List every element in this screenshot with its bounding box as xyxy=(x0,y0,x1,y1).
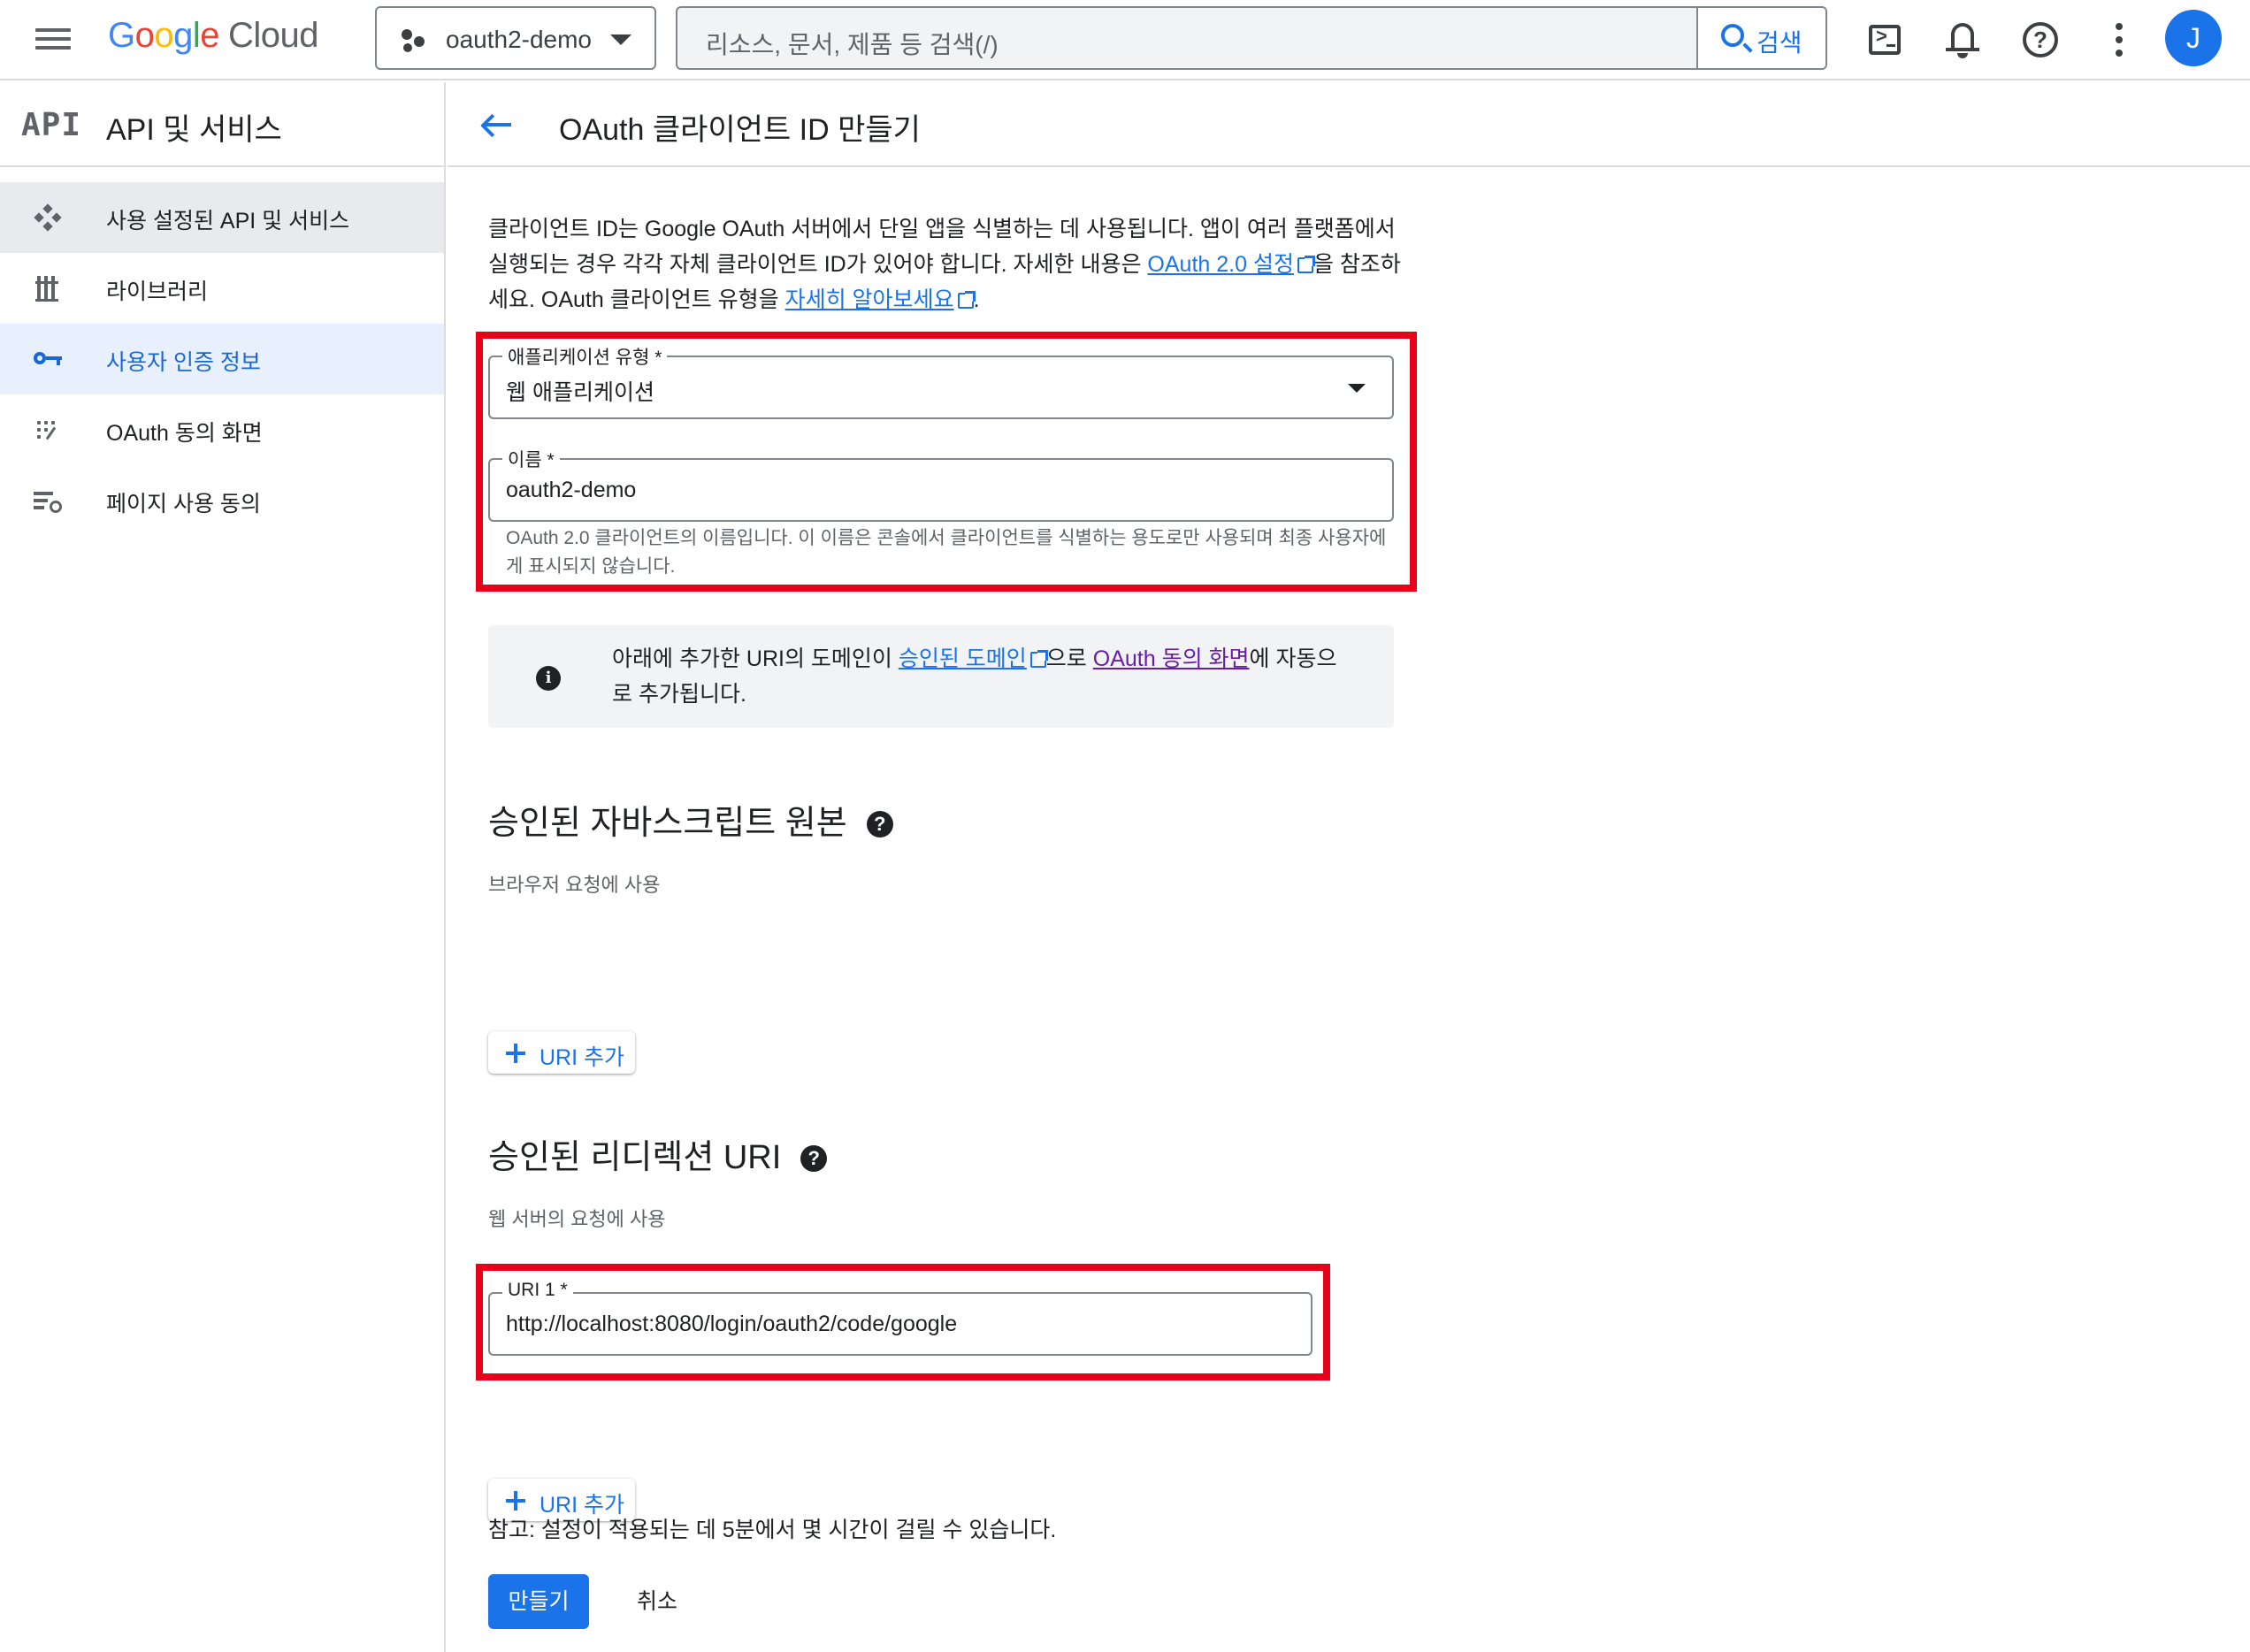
project-icon xyxy=(400,27,426,54)
redirect-uri-1-field[interactable]: URI 1 * http://localhost:8080/login/oaut… xyxy=(488,1280,1312,1356)
sidebar-item-label: 페이지 사용 동의 xyxy=(106,492,261,516)
search-button[interactable]: 검색 xyxy=(1696,8,1825,68)
sidebar-item-library[interactable]: 라이브러리 xyxy=(0,253,444,324)
main-menu-icon[interactable] xyxy=(34,23,73,57)
sidebar: API API 및 서비스 사용 설정된 API 및 서비스 라이브러리 사용자… xyxy=(0,82,446,1652)
info-text: 아래에 추가한 URI의 도메인이 승인된 도메인 으로 OAuth 동의 화면에… xyxy=(612,641,1355,712)
oauth-settings-link[interactable]: OAuth 2.0 설정 xyxy=(1147,252,1294,277)
sidebar-item-oauth-consent[interactable]: OAuth 동의 화면 xyxy=(0,394,444,465)
page-title: OAuth 클라이언트 ID 만들기 xyxy=(559,113,921,147)
sidebar-item-label: 라이브러리 xyxy=(106,279,209,304)
info-banner: i 아래에 추가한 URI의 도메인이 승인된 도메인 으로 OAuth 동의 화… xyxy=(488,625,1394,728)
search-button-label: 검색 xyxy=(1756,29,1802,57)
main-content: OAuth 클라이언트 ID 만들기 클라이언트 ID는 Google OAut… xyxy=(448,82,2250,1652)
page-usage-agreement-icon xyxy=(32,486,64,515)
enabled-apis-icon xyxy=(32,203,64,232)
add-js-origin-uri-button[interactable]: URI 추가 xyxy=(488,1031,635,1074)
sidebar-title: API 및 서비스 xyxy=(106,113,282,147)
search-input[interactable]: 리소스, 문서, 제품 등 검색(/) xyxy=(706,26,999,61)
settings-note: 참고: 설정이 적용되는 데 5분에서 몇 시간이 걸릴 수 있습니다. xyxy=(488,1518,1057,1542)
redirect-uri-1-label: URI 1 * xyxy=(502,1280,573,1301)
logo-cloud: Cloud xyxy=(228,16,319,55)
oauth-consent-screen-link[interactable]: OAuth 동의 화면 xyxy=(1093,646,1250,671)
name-helper-text: OAuth 2.0 클라이언트의 이름입니다. 이 이름은 콘솔에서 클라이언트… xyxy=(506,528,1387,577)
page-header: OAuth 클라이언트 ID 만들기 xyxy=(448,82,2250,167)
logo-google: Google xyxy=(108,16,220,55)
authorized-domains-link[interactable]: 승인된 도메인 xyxy=(899,646,1027,671)
api-logo: API xyxy=(21,107,82,143)
notifications-bell-icon[interactable] xyxy=(1939,16,1986,64)
info-text-part: 아래에 추가한 URI의 도메인이 xyxy=(612,646,899,671)
sidebar-item-page-usage[interactable]: 페이지 사용 동의 xyxy=(0,465,444,536)
external-link-icon xyxy=(1297,256,1315,273)
google-cloud-logo[interactable]: Google Cloud xyxy=(108,16,319,56)
sidebar-item-label: OAuth 동의 화면 xyxy=(106,421,263,446)
chevron-down-icon xyxy=(610,34,631,45)
application-type-select[interactable]: 애플리케이션 유형 * 웹 애플리케이션 xyxy=(488,343,1394,419)
search-icon xyxy=(1721,24,1744,47)
key-icon xyxy=(32,345,64,373)
application-type-label: 애플리케이션 유형 * xyxy=(502,343,668,370)
info-text-part: 으로 xyxy=(1045,646,1093,671)
library-icon xyxy=(32,274,64,302)
avatar[interactable]: J xyxy=(2165,10,2222,66)
plus-icon xyxy=(506,1044,525,1063)
redirect-uris-subtitle: 웹 서버의 요청에 사용 xyxy=(488,1208,666,1230)
cloud-shell-icon[interactable] xyxy=(1862,16,1909,64)
sidebar-item-credentials[interactable]: 사용자 인증 정보 xyxy=(0,324,444,394)
help-icon[interactable]: ? xyxy=(2017,16,2064,64)
info-icon: i xyxy=(536,666,561,691)
redirect-uris-title: 승인된 리디렉션 URI xyxy=(488,1139,782,1176)
js-origins-heading: 승인된 자바스크립트 원본? xyxy=(488,795,893,844)
sidebar-header: API API 및 서비스 xyxy=(0,82,444,167)
help-circle-icon[interactable]: ? xyxy=(800,1145,828,1172)
help-circle-icon[interactable]: ? xyxy=(866,811,893,837)
external-link-icon xyxy=(1029,650,1048,668)
sidebar-item-enabled-apis[interactable]: 사용 설정된 API 및 서비스 xyxy=(0,182,444,253)
project-name: oauth2-demo xyxy=(446,26,593,53)
more-options-icon[interactable] xyxy=(2095,16,2143,64)
consent-screen-icon xyxy=(32,416,64,444)
sidebar-item-label: 사용자 인증 정보 xyxy=(106,350,261,375)
top-app-bar: Google Cloud oauth2-demo 리소스, 문서, 제품 등 검색… xyxy=(0,0,2250,80)
application-type-value: 웹 애플리케이션 xyxy=(506,380,654,405)
redirect-uri-1-value[interactable]: http://localhost:8080/login/oauth2/code/… xyxy=(506,1312,957,1337)
sidebar-item-label: 사용 설정된 API 및 서비스 xyxy=(106,209,350,233)
learn-more-link[interactable]: 자세히 알아보세요 xyxy=(785,287,954,312)
cancel-button[interactable]: 취소 xyxy=(617,1574,697,1629)
dropdown-arrow-icon xyxy=(1348,384,1366,393)
name-field-value[interactable]: oauth2-demo xyxy=(506,478,636,503)
external-link-icon xyxy=(957,291,976,309)
name-field-label: 이름 * xyxy=(502,446,560,472)
js-origins-title: 승인된 자바스크립트 원본 xyxy=(488,805,847,842)
redirect-uris-heading: 승인된 리디렉션 URI? xyxy=(488,1129,828,1178)
js-origins-subtitle: 브라우저 요청에 사용 xyxy=(488,874,661,896)
search-bar[interactable]: 리소스, 문서, 제품 등 검색(/) 검색 xyxy=(676,6,1827,70)
back-arrow-icon[interactable] xyxy=(479,107,515,142)
create-button[interactable]: 만들기 xyxy=(488,1574,589,1629)
intro-text: 클라이언트 ID는 Google OAuth 서버에서 단일 앱을 식별하는 데… xyxy=(488,211,1417,317)
name-field[interactable]: 이름 * oauth2-demo xyxy=(488,446,1394,522)
add-uri-label: URI 추가 xyxy=(540,1045,625,1070)
project-picker[interactable]: oauth2-demo xyxy=(375,6,656,70)
plus-icon xyxy=(506,1491,525,1511)
